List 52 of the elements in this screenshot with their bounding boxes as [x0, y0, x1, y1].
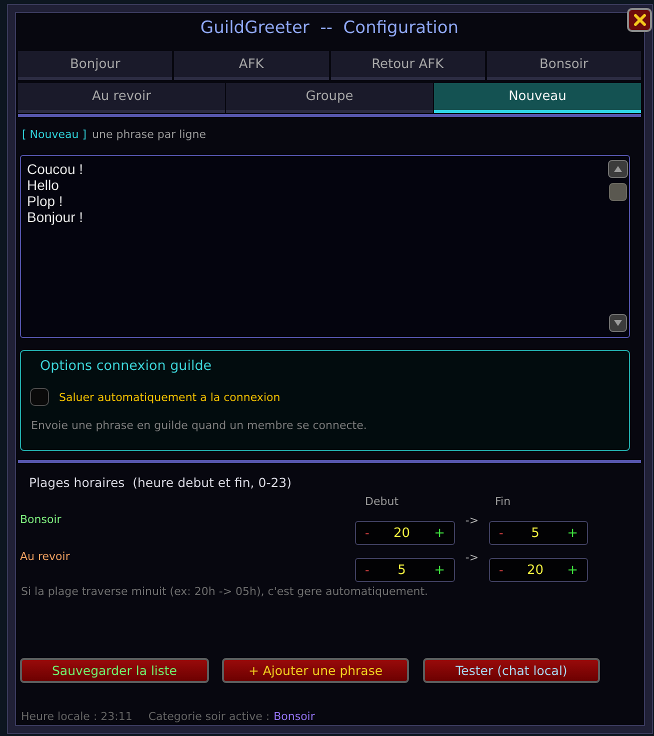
note-text: Si la plage traverse minuit (ex: 20h -> 05h), c'est gere automatiquement.	[21, 585, 430, 599]
range-arrow: ->	[465, 551, 479, 565]
decrement-button[interactable]: -	[365, 526, 370, 540]
category-label: Au revoir	[20, 550, 70, 564]
active-category-value: Bonsoir	[274, 710, 315, 724]
tab[interactable]: Groupe	[226, 83, 433, 113]
column-header: Debut	[365, 495, 399, 509]
hour-value: 20	[526, 562, 544, 578]
range-arrow: ->	[465, 514, 479, 528]
phrase-text-area[interactable]: Coucou ! Hello Plop ! Bonjour !	[20, 155, 630, 338]
checkbox[interactable]	[30, 388, 49, 406]
increment-button[interactable]: +	[434, 562, 445, 578]
down-arrow-icon	[613, 319, 623, 327]
column-header: Fin	[495, 495, 511, 509]
tab[interactable]: Bonsoir	[486, 51, 641, 80]
hour-value: 5	[398, 562, 406, 578]
checkbox-label: Saluer automatiquement a la connexion	[59, 390, 280, 404]
window-title: GuildGreeter -- Configuration	[199, 17, 460, 40]
hour-spinner[interactable]: - 20 +	[355, 521, 455, 545]
category-label: Bonsoir	[20, 513, 62, 527]
hint-text: une phrase par ligne	[92, 128, 206, 141]
tab[interactable]: Bonjour	[18, 51, 172, 80]
decrement-button[interactable]: -	[499, 526, 504, 540]
increment-button[interactable]: +	[434, 526, 445, 540]
scroll-up-button[interactable]	[608, 160, 628, 178]
action-button[interactable]: + Ajouter une phrase	[222, 658, 409, 683]
tab[interactable]: AFK	[174, 51, 328, 80]
hour-spinner[interactable]: - 20 +	[489, 558, 588, 582]
close-icon	[632, 12, 648, 28]
hour-spinner[interactable]: - 5 +	[355, 558, 455, 582]
scroll-down-button[interactable]	[609, 314, 627, 332]
decrement-button[interactable]: -	[499, 563, 504, 577]
scroll-thumb[interactable]	[609, 183, 627, 201]
category-tag: [ Nouveau ]	[22, 128, 86, 141]
hour-value: 20	[393, 526, 410, 540]
hour-spinner[interactable]: - 5 +	[489, 521, 588, 545]
section-title: Plages horaires (heure debut et fin, 0-23)	[29, 475, 292, 491]
panel-title: Options connexion guilde	[40, 358, 213, 374]
close-button[interactable]	[627, 8, 652, 32]
up-arrow-icon	[613, 165, 623, 173]
active-category-label: Categorie soir active :	[148, 710, 270, 724]
tab[interactable]: Nouveau	[434, 83, 641, 113]
hour-value: 5	[531, 526, 540, 540]
local-time-text: Heure locale : 23:11	[21, 710, 132, 724]
decrement-button[interactable]: -	[365, 563, 370, 577]
increment-button[interactable]: +	[567, 562, 578, 578]
action-button[interactable]: Sauvegarder la liste	[20, 658, 209, 683]
tab[interactable]: Au revoir	[18, 83, 225, 113]
increment-button[interactable]: +	[567, 526, 578, 540]
description-text: Envoie une phrase en guilde quand un membre se connecte.	[31, 419, 368, 433]
tab[interactable]: Retour AFK	[330, 51, 485, 80]
action-button[interactable]: Tester (chat local)	[423, 658, 600, 683]
